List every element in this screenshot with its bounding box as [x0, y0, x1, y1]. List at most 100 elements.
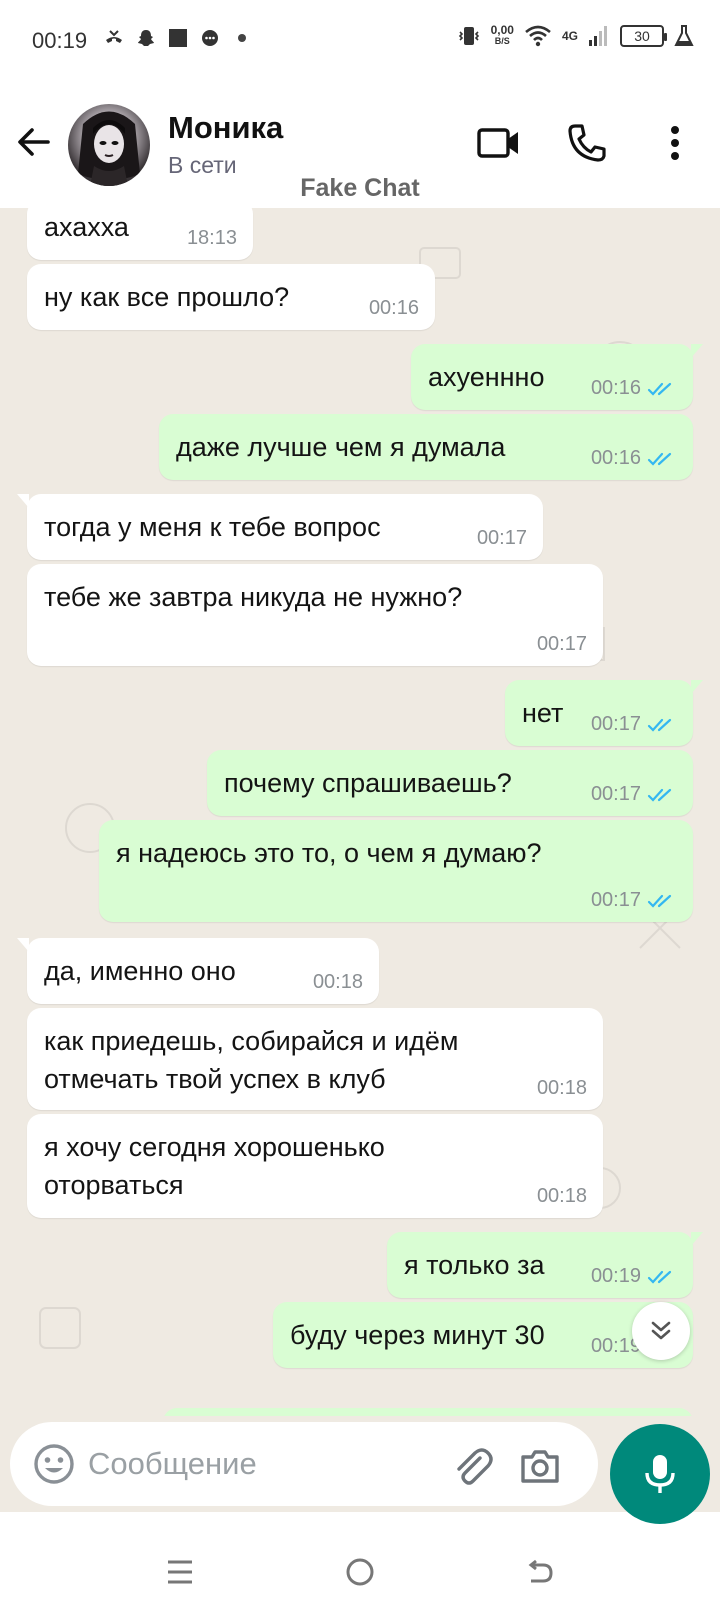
camera-button[interactable] — [518, 1444, 562, 1488]
bubble-tail — [17, 494, 29, 508]
read-ticks-icon — [647, 382, 672, 396]
message-incoming[interactable]: тогда у меня к тебе вопрос 00:17 — [17, 494, 543, 560]
message-text: буду через минут 30 — [290, 1320, 545, 1350]
scroll-to-bottom-button[interactable] — [632, 1302, 690, 1360]
message-text: даже лучше чем я думала — [176, 432, 506, 462]
message-text: я только за — [404, 1250, 545, 1280]
battery-icon: 30 — [620, 25, 667, 47]
message-incoming[interactable]: как приедешь, собирайся и идём отмечать … — [27, 1008, 603, 1110]
home-circle-icon — [346, 1558, 374, 1586]
message-time: 00:17 — [591, 783, 677, 806]
message-incoming[interactable]: да, именно оно 00:18 — [17, 938, 379, 1004]
battery-level: 30 — [634, 28, 650, 44]
status-bar: 00:19 0,00 B/S 4G 30 — [0, 0, 720, 82]
dot-icon — [238, 34, 246, 42]
network-type: 4G — [561, 29, 578, 43]
message-timestamp: 00:18 — [312, 971, 363, 993]
message-timestamp: 00:17 — [476, 527, 527, 549]
message-text: ну как все прошло? — [44, 282, 290, 312]
message-incoming[interactable]: ну как все прошло? 00:16 — [27, 264, 435, 330]
arrow-left-icon — [18, 128, 50, 156]
menu-button[interactable] — [652, 120, 698, 166]
read-ticks-icon — [647, 718, 672, 732]
message-timestamp: 00:17 — [536, 633, 587, 655]
message-timestamp: 00:17 — [590, 713, 641, 735]
message-text: я надеюсь это то, о чем я думаю? — [116, 838, 542, 868]
message-composer[interactable]: Сообщение — [10, 1422, 598, 1506]
message-timestamp: 00:17 — [590, 889, 641, 911]
read-ticks-icon — [647, 894, 672, 908]
message-time: 00:18 — [313, 971, 363, 994]
snapchat-icon — [138, 30, 154, 46]
fake-chat-watermark: Fake Chat — [300, 174, 420, 202]
message-incoming[interactable]: тебе же завтра никуда не нужно? 00:17 — [27, 564, 603, 666]
camera-icon — [521, 1450, 559, 1483]
system-icons: 0,00 B/S 4G 30 — [457, 24, 694, 48]
missed-call-icon — [106, 30, 122, 43]
message-outgoing[interactable]: я надеюсь это то, о чем я думаю? 00:17 — [99, 820, 693, 922]
nav-recents-button[interactable] — [160, 1554, 200, 1590]
message-outgoing[interactable]: даже лучше чем я думала 00:16 — [159, 414, 693, 480]
message-input[interactable]: Сообщение — [88, 1446, 257, 1482]
message-incoming[interactable]: ахахха 18:13 — [27, 208, 253, 260]
message-outgoing[interactable]: нет 00:17 — [505, 680, 703, 746]
chat-area[interactable]: ахахха 18:13 ну как все прошло? 00:16 ах… — [0, 208, 720, 1416]
message-text: я хочу сегодня хорошенько оторваться — [44, 1132, 385, 1200]
message-time: 00:16 — [369, 297, 419, 320]
system-nav-bar — [0, 1532, 720, 1612]
read-ticks-icon — [647, 1270, 672, 1284]
message-time: 00:19 — [591, 1265, 677, 1288]
attach-button[interactable] — [450, 1444, 494, 1488]
message-time: 00:17 — [591, 889, 677, 912]
bubble-tail — [691, 344, 703, 358]
contact-name[interactable]: Моника — [168, 110, 283, 146]
back-arrow-icon — [528, 1559, 553, 1583]
read-ticks-icon — [647, 788, 672, 802]
message-outgoing[interactable]: я только за 00:19 — [387, 1232, 703, 1298]
message-time: 00:17 — [591, 713, 677, 736]
message-text: ахахха — [44, 212, 129, 242]
voice-call-button[interactable] — [564, 120, 610, 166]
video-call-button[interactable] — [476, 120, 522, 166]
message-time: 00:17 — [477, 527, 527, 550]
voice-record-button[interactable] — [610, 1424, 710, 1524]
message-outgoing[interactable]: буду через минут 30 00:19 — [273, 1302, 693, 1368]
message-text: почему спрашиваешь? — [224, 768, 512, 798]
emoji-button[interactable] — [32, 1442, 76, 1486]
microphone-icon — [645, 1455, 675, 1493]
signal-icon — [589, 26, 607, 46]
message-time: 00:18 — [537, 1185, 587, 1208]
message-text: как приедешь, собирайся и идём отмечать … — [44, 1026, 459, 1094]
message-time: 00:17 — [537, 633, 587, 656]
message-outgoing[interactable]: ахуеннно 00:16 — [411, 344, 703, 410]
back-button[interactable] — [14, 122, 54, 162]
nav-home-button[interactable] — [340, 1554, 380, 1590]
lab-flask-icon — [674, 25, 694, 46]
message-timestamp: 00:16 — [590, 377, 641, 399]
emoji-icon — [34, 1444, 74, 1484]
vibrate-icon — [458, 27, 479, 45]
message-incoming[interactable]: я хочу сегодня хорошенько оторваться 00:… — [27, 1114, 603, 1218]
message-timestamp: 18:13 — [186, 227, 237, 249]
message-timestamp: 00:16 — [590, 447, 641, 469]
message-outgoing[interactable]: почему спрашиваешь? 00:17 — [207, 750, 693, 816]
bubble-tail — [691, 1232, 703, 1246]
net-speed-unit: B/S — [494, 36, 510, 46]
read-ticks-icon — [647, 452, 672, 466]
message-timestamp: 00:17 — [590, 783, 641, 805]
wifi-icon — [525, 25, 551, 47]
double-chevron-down-icon — [651, 1321, 671, 1340]
message-timestamp: 00:18 — [536, 1185, 587, 1207]
message-time: 00:16 — [591, 447, 677, 470]
phone-icon — [568, 124, 606, 162]
message-outgoing-partial[interactable] — [163, 1408, 693, 1416]
message-text: да, именно оно — [44, 956, 236, 986]
message-timestamp: 00:16 — [368, 297, 419, 319]
message-time: 00:18 — [537, 1077, 587, 1100]
nav-back-button[interactable] — [520, 1554, 560, 1590]
message-timestamp: 00:18 — [536, 1077, 587, 1099]
message-text: ахуеннно — [428, 362, 545, 392]
paperclip-icon — [457, 1448, 493, 1485]
bubble-tail — [17, 938, 29, 952]
chat-bubble-icon — [202, 30, 218, 46]
